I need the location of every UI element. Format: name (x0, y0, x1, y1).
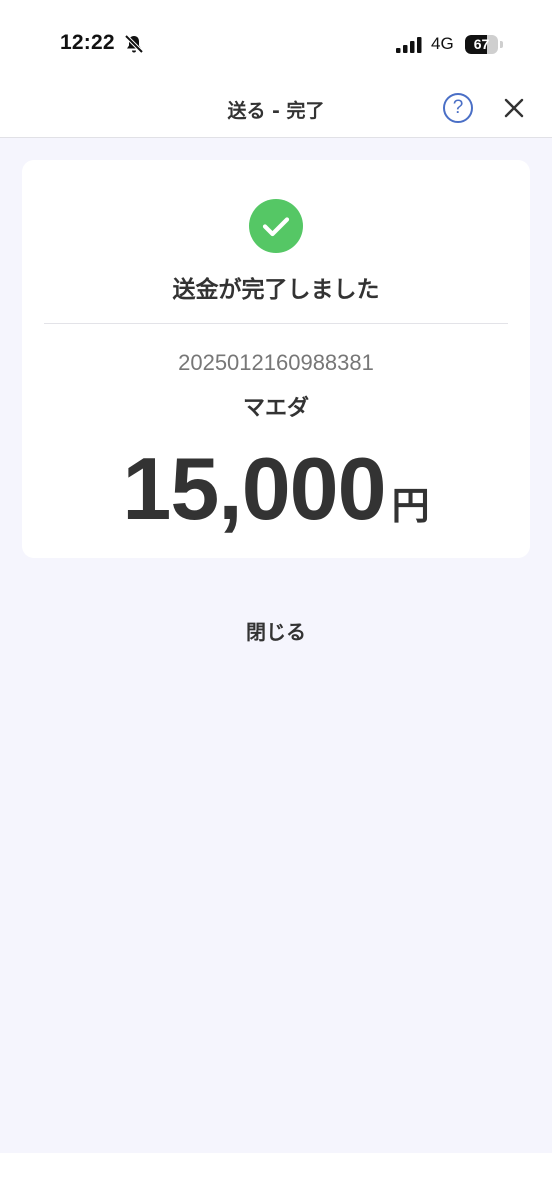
signal-icon (396, 37, 422, 53)
result-card: 送金が完了しました 2025012160988381 マエダ 15,000 円 (22, 160, 530, 558)
status-bar: 12:22 4G 67 (0, 0, 552, 80)
success-check-icon (249, 199, 303, 253)
divider (44, 323, 508, 324)
result-title: 送金が完了しました (172, 277, 380, 303)
bell-slash-icon (124, 34, 144, 54)
nav-bar: 送る - 完了 ? (0, 80, 552, 138)
close-icon[interactable] (500, 94, 528, 122)
amount-value: 15,000 (122, 439, 386, 538)
network-type: 4G (431, 34, 454, 53)
currency-unit: 円 (391, 484, 430, 528)
close-button[interactable]: 閉じる (0, 616, 552, 645)
status-time: 12:22 (60, 31, 115, 54)
battery-cap (500, 41, 503, 48)
recipient-name: マエダ (242, 396, 309, 421)
transaction-id: 2025012160988381 (178, 350, 374, 375)
battery-icon: 67 (465, 35, 498, 54)
amount: 15,000 円 (22, 438, 530, 540)
bottom-bar (0, 1153, 552, 1200)
battery-level: 67 (473, 36, 490, 52)
help-button[interactable]: ? (443, 93, 473, 123)
